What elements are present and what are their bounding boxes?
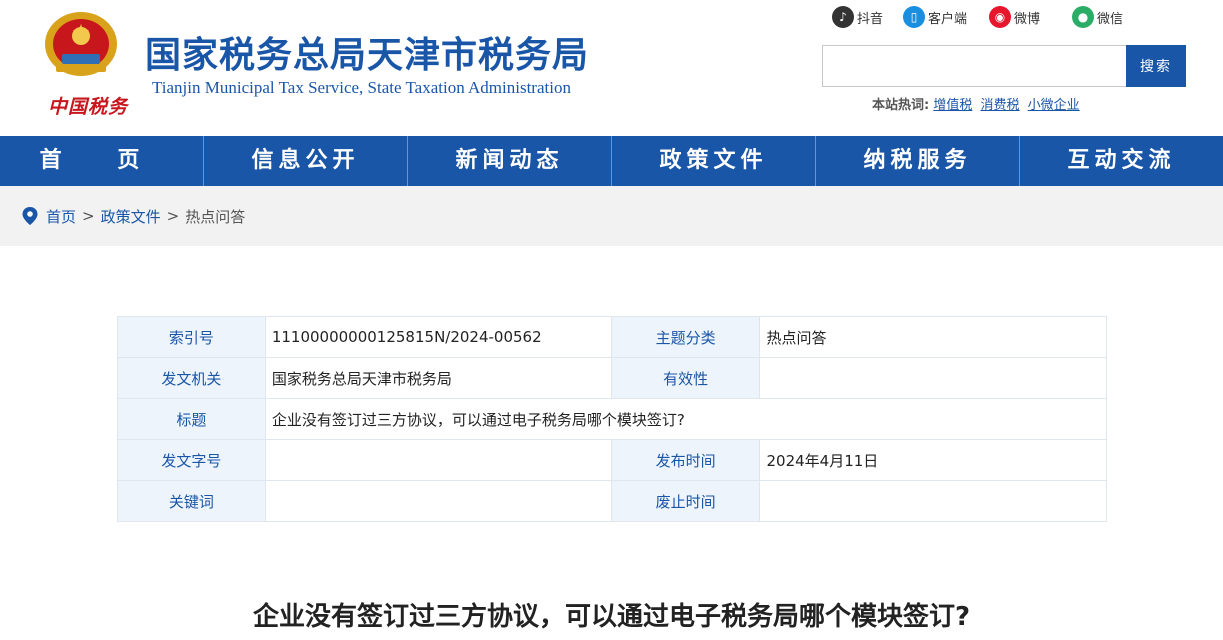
keyword-label: 关键词 bbox=[117, 480, 266, 522]
hot-words: 本站热词: 增值税 消费税 小微企业 bbox=[872, 94, 1084, 113]
nav-interaction[interactable]: 互动交流 bbox=[1020, 136, 1223, 186]
wechat-icon: ● bbox=[1072, 6, 1095, 28]
douyin-label: 抖音 bbox=[857, 11, 884, 27]
validity-value bbox=[759, 357, 1107, 399]
index-value: 11100000000125815N/2024-00562 bbox=[264, 316, 612, 358]
mobile-client-icon: ▯ bbox=[903, 6, 926, 28]
nav-news[interactable]: 新闻动态 bbox=[408, 136, 612, 186]
site-subtitle: Tianjin Municipal Tax Service, State Tax… bbox=[152, 78, 571, 97]
table-row: 索引号 11100000000125815N/2024-00562 主题分类 热… bbox=[117, 316, 1107, 358]
douyin-icon: ♪ bbox=[832, 6, 854, 28]
table-row: 标题 企业没有签订过三方协议，可以通过电子税务局哪个模块签订? bbox=[117, 398, 1108, 440]
breadcrumb: 首页 > 政策文件 > 热点问答 bbox=[0, 186, 1223, 246]
issuer-value: 国家税务总局天津市税务局 bbox=[264, 357, 612, 399]
hot-words-label: 本站热词: bbox=[872, 98, 930, 113]
weibo-link[interactable]: ◉ 微博 bbox=[989, 6, 1040, 28]
hot-word-consumption-tax[interactable]: 消费税 bbox=[981, 98, 1020, 113]
weibo-label: 微博 bbox=[1014, 11, 1041, 27]
hot-word-small-enterprise[interactable]: 小微企业 bbox=[1028, 98, 1080, 113]
search-button[interactable]: 搜索 bbox=[1126, 45, 1186, 87]
table-row: 关键词 废止时间 bbox=[117, 480, 1107, 522]
pubdate-value: 2024年4月11日 bbox=[759, 439, 1107, 481]
index-label: 索引号 bbox=[117, 316, 266, 358]
search-input[interactable] bbox=[822, 45, 1126, 87]
table-row: 发文字号 发布时间 2024年4月11日 bbox=[117, 439, 1107, 481]
docno-value bbox=[264, 439, 612, 481]
breadcrumb-policy[interactable]: 政策文件 bbox=[101, 206, 161, 227]
nav-policy[interactable]: 政策文件 bbox=[612, 136, 816, 186]
expire-label: 废止时间 bbox=[610, 480, 761, 522]
douyin-link[interactable]: ♪ 抖音 bbox=[832, 6, 883, 28]
breadcrumb-current: 热点问答 bbox=[185, 207, 246, 226]
hot-word-vat[interactable]: 增值税 bbox=[933, 98, 972, 113]
topic-label: 主题分类 bbox=[610, 316, 761, 358]
keyword-value bbox=[264, 480, 612, 522]
wechat-label: 微信 bbox=[1097, 11, 1124, 27]
nav-info-disclosure[interactable]: 信息公开 bbox=[204, 136, 408, 186]
title-value: 企业没有签订过三方协议，可以通过电子税务局哪个模块签订? bbox=[264, 398, 1108, 440]
article-title: 企业没有签订过三方协议，可以通过电子税务局哪个模块签订? bbox=[252, 602, 971, 632]
site-header: 中国税务 国家税务总局天津市税务局 Tianjin Municipal Tax … bbox=[0, 0, 1223, 136]
slogan-logo: 中国税务 bbox=[48, 96, 129, 118]
table-row: 发文机关 国家税务总局天津市税务局 有效性 bbox=[117, 357, 1107, 399]
breadcrumb-separator: > bbox=[166, 207, 180, 225]
location-pin-icon bbox=[22, 207, 38, 225]
weibo-icon: ◉ bbox=[989, 6, 1012, 28]
wechat-link[interactable]: ● 微信 bbox=[1072, 6, 1123, 28]
expire-value bbox=[759, 480, 1107, 522]
nav-tax-service[interactable]: 纳税服务 bbox=[816, 136, 1020, 186]
document-meta-table: 索引号 11100000000125815N/2024-00562 主题分类 热… bbox=[117, 316, 1108, 522]
nav-home[interactable]: 首 页 bbox=[0, 136, 204, 186]
docno-label: 发文字号 bbox=[117, 439, 266, 481]
title-label: 标题 bbox=[117, 398, 266, 440]
main-nav: 首 页 信息公开 新闻动态 政策文件 纳税服务 互动交流 bbox=[0, 136, 1223, 186]
client-link[interactable]: ▯ 客户端 bbox=[903, 6, 967, 28]
topic-value: 热点问答 bbox=[759, 316, 1107, 358]
pubdate-label: 发布时间 bbox=[610, 439, 761, 481]
tax-emblem-icon bbox=[45, 12, 117, 76]
site-title[interactable]: 国家税务总局天津市税务局 bbox=[145, 26, 589, 78]
social-links: ♪ 抖音 ▯ 客户端 ◉ 微博 ● 微信 bbox=[832, 6, 1123, 28]
breadcrumb-home[interactable]: 首页 bbox=[46, 206, 76, 227]
issuer-label: 发文机关 bbox=[117, 357, 266, 399]
breadcrumb-separator: > bbox=[82, 207, 95, 225]
validity-label: 有效性 bbox=[610, 357, 761, 399]
client-label: 客户端 bbox=[928, 11, 968, 27]
